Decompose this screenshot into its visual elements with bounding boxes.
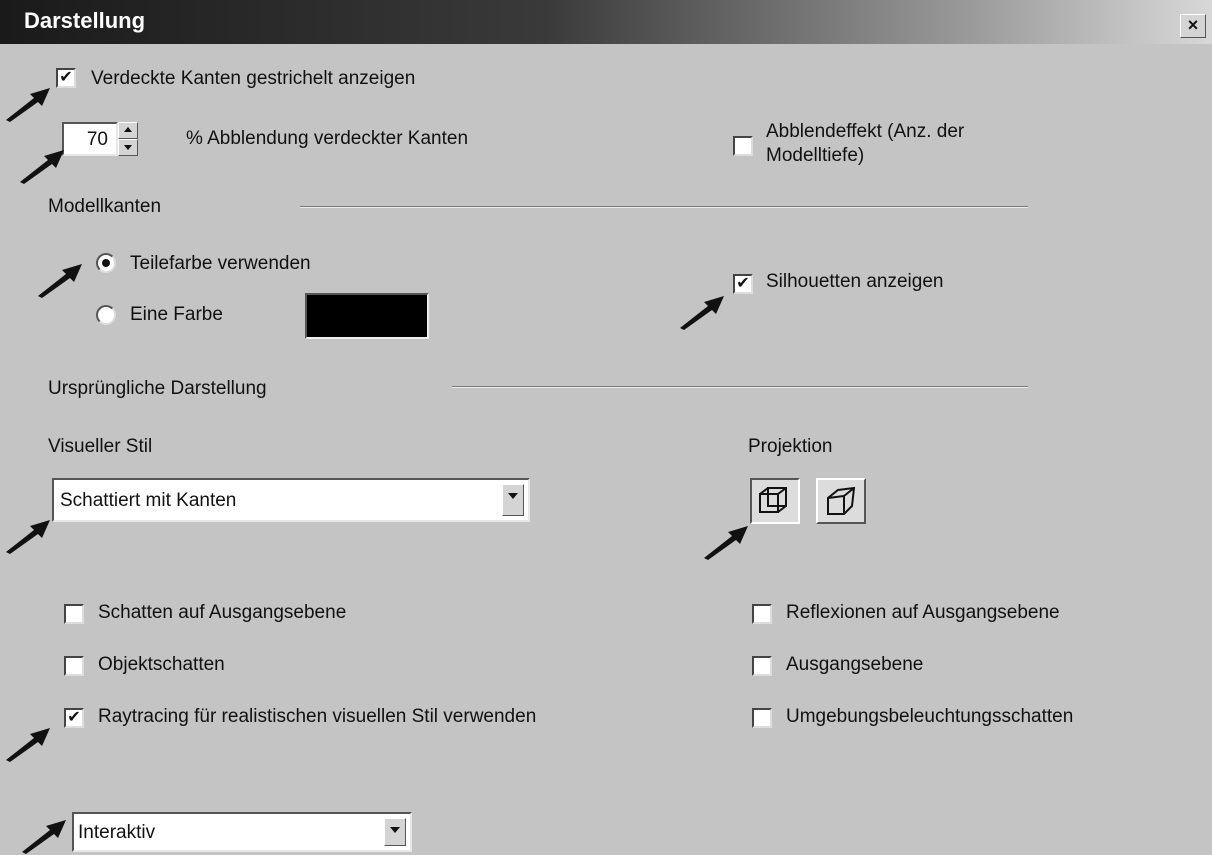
window-title: Darstellung — [24, 8, 146, 33]
raytracing-checkbox[interactable]: ✔ — [64, 708, 84, 728]
visual-style-dropdown-button[interactable] — [502, 484, 524, 516]
dimming-spinner-field[interactable]: 70 — [62, 122, 118, 156]
pointer-arrow-icon — [6, 88, 50, 122]
silhouettes-checkbox[interactable]: ✔ — [733, 274, 753, 294]
raytracing-label: Raytracing für realistischen visuellen S… — [98, 706, 537, 727]
depth-dimming-label-line2: Modelltiefe) — [766, 145, 865, 166]
perspective-projection-button[interactable] — [816, 478, 866, 524]
ground-plane-label: Ausgangsebene — [786, 654, 924, 675]
render-quality-dropdown-button[interactable] — [384, 818, 406, 846]
initial-display-section-label: Ursprüngliche Darstellung — [48, 378, 267, 399]
spinner-up-button[interactable] — [118, 122, 138, 139]
display-dialog: Darstellung × ✔ Verdeckte Kanten gestric… — [0, 0, 1212, 855]
depth-dimming-label: Abblendeffekt (Anz. der Modelltiefe) — [766, 120, 964, 168]
pointer-arrow-icon — [20, 150, 64, 184]
part-color-radio[interactable] — [96, 253, 116, 273]
silhouettes-label: Silhouetten anzeigen — [766, 271, 944, 292]
projection-label: Projektion — [748, 436, 833, 457]
dashed-hidden-edges-checkbox[interactable]: ✔ — [56, 68, 76, 88]
depth-dimming-checkbox[interactable] — [733, 136, 753, 156]
spinner-down-button[interactable] — [118, 139, 138, 156]
reflections-checkbox[interactable] — [752, 604, 772, 624]
orthographic-cube-icon — [759, 487, 787, 513]
radio-selected-dot — [102, 259, 110, 267]
visual-style-value: Schattiert mit Kanten — [60, 490, 237, 511]
dashed-hidden-edges-label: Verdeckte Kanten gestrichelt anzeigen — [91, 68, 416, 89]
close-button[interactable]: × — [1180, 14, 1206, 38]
model-edges-separator — [300, 206, 1028, 208]
depth-dimming-label-line1: Abblendeffekt (Anz. der — [766, 121, 965, 142]
title-bar — [0, 0, 1212, 44]
dimming-label: % Abblendung verdeckter Kanten — [186, 128, 469, 149]
orthographic-projection-button[interactable] — [750, 478, 800, 524]
pointer-arrow-icon — [680, 296, 724, 330]
pointer-arrow-icon — [22, 820, 66, 854]
model-edges-section-label: Modellkanten — [48, 196, 162, 217]
perspective-cube-icon — [827, 486, 856, 515]
visual-style-dropdown[interactable]: Schattiert mit Kanten — [52, 478, 530, 522]
one-color-radio[interactable] — [96, 305, 116, 325]
render-quality-dropdown[interactable]: Interaktiv — [72, 812, 412, 852]
ground-shadow-label: Schatten auf Ausgangsebene — [98, 602, 347, 623]
one-color-label: Eine Farbe — [130, 304, 223, 325]
object-shadow-checkbox[interactable] — [64, 656, 84, 676]
pointer-arrow-icon — [38, 264, 82, 298]
dimming-value: 70 — [86, 129, 108, 150]
object-shadow-label: Objektschatten — [98, 654, 225, 675]
part-color-label: Teilefarbe verwenden — [130, 253, 311, 274]
render-quality-value: Interaktiv — [78, 822, 156, 843]
visual-style-label: Visueller Stil — [48, 436, 153, 457]
pointer-arrow-icon — [6, 728, 50, 762]
reflections-label: Reflexionen auf Ausgangsebene — [786, 602, 1060, 623]
edge-color-swatch[interactable] — [305, 293, 429, 339]
ground-plane-checkbox[interactable] — [752, 656, 772, 676]
initial-display-separator — [452, 386, 1028, 388]
ambient-occlusion-checkbox[interactable] — [752, 708, 772, 728]
pointer-arrow-icon — [6, 520, 50, 554]
ambient-occlusion-label: Umgebungsbeleuchtungsschatten — [786, 706, 1074, 727]
pointer-arrow-icon — [704, 526, 748, 560]
ground-shadow-checkbox[interactable] — [64, 604, 84, 624]
